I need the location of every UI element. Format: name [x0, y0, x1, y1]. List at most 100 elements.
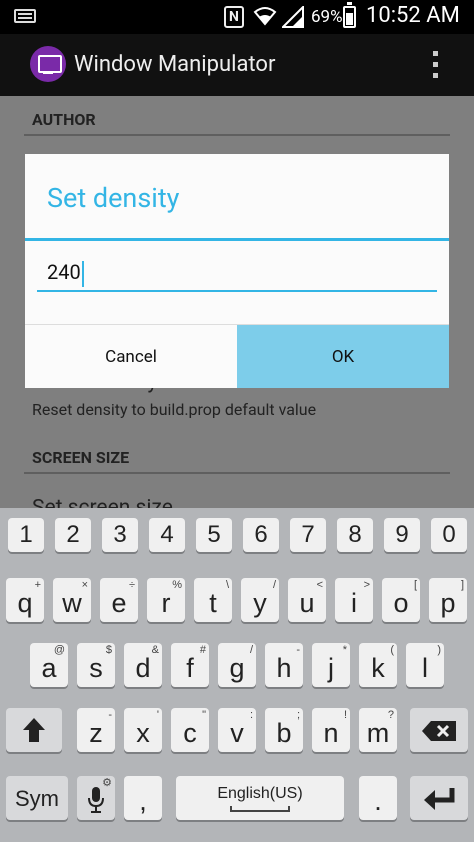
key-hint: [	[413, 579, 417, 591]
key-1[interactable]: 1	[8, 518, 44, 552]
key-hint: >	[363, 579, 370, 591]
key-label: f	[186, 653, 194, 683]
key-label: j	[328, 653, 334, 683]
key-t[interactable]: \ t	[194, 578, 232, 622]
key-label: a	[41, 653, 57, 683]
key-2[interactable]: 2	[55, 518, 91, 552]
dialog-title-divider	[25, 238, 449, 241]
key-x[interactable]: ' x	[124, 708, 162, 752]
key-label: h	[276, 653, 292, 683]
key-label: n	[323, 718, 339, 748]
key-label: r	[161, 588, 171, 618]
key-v[interactable]: :v	[218, 708, 256, 752]
key-label: q	[17, 588, 33, 618]
dialog-buttons: Cancel OK	[25, 324, 449, 388]
key-w[interactable]: × w	[53, 578, 91, 622]
key-6[interactable]: 6	[243, 518, 279, 552]
key-i[interactable]: > i	[335, 578, 373, 622]
key-hint: ÷	[128, 579, 135, 591]
key-hint: '	[156, 709, 159, 721]
key-hint: ?	[387, 709, 394, 721]
key-hint: \	[225, 579, 229, 591]
key-label: d	[135, 653, 151, 683]
overflow-menu-icon[interactable]	[433, 51, 439, 79]
key-h[interactable]: -h	[265, 643, 303, 687]
key-label: s	[89, 653, 103, 683]
key-label: o	[393, 588, 409, 618]
enter-key[interactable]	[410, 776, 468, 820]
key-hint: -	[296, 644, 300, 656]
key-r[interactable]: % r	[147, 578, 185, 622]
key-3[interactable]: 3	[102, 518, 138, 552]
key-o[interactable]: [o	[382, 578, 420, 622]
ok-button[interactable]: OK	[237, 325, 449, 388]
key-label: k	[371, 653, 385, 683]
period-key[interactable]: .	[359, 776, 397, 820]
key-label: w	[62, 588, 82, 618]
key-hint: -	[108, 709, 112, 721]
key-label: l	[422, 653, 428, 683]
shift-key[interactable]	[6, 708, 62, 752]
key-j[interactable]: * j	[312, 643, 350, 687]
key-4[interactable]: 4	[149, 518, 185, 552]
space-key[interactable]: English(US)	[176, 776, 344, 820]
key-hint: %	[172, 579, 182, 591]
space-bar-icon	[230, 806, 290, 812]
key-hint: +	[34, 579, 41, 591]
battery-icon	[343, 2, 356, 28]
key-5[interactable]: 5	[196, 518, 232, 552]
key-hint: &	[151, 644, 159, 656]
key-c[interactable]: " c	[171, 708, 209, 752]
key-b[interactable]: ; b	[265, 708, 303, 752]
key-p[interactable]: ] p	[429, 578, 467, 622]
key-m[interactable]: ? m	[359, 708, 397, 752]
cancel-button[interactable]: Cancel	[25, 325, 237, 388]
voice-input-key[interactable]: ⚙	[77, 776, 115, 820]
key-label: g	[229, 653, 245, 683]
key-hint: ]	[460, 579, 464, 591]
key-g[interactable]: / g	[218, 643, 256, 687]
key-label: i	[351, 588, 357, 618]
key-u[interactable]: < u	[288, 578, 326, 622]
key-0[interactable]: 0	[431, 518, 467, 552]
key-k[interactable]: (k	[359, 643, 397, 687]
key-a[interactable]: @ a	[30, 643, 68, 687]
gear-icon: ⚙	[102, 777, 112, 789]
key-7[interactable]: 7	[290, 518, 326, 552]
key-label: p	[440, 588, 456, 618]
key-n[interactable]: ! n	[312, 708, 350, 752]
backspace-key[interactable]	[410, 708, 468, 752]
key-y[interactable]: / y	[241, 578, 279, 622]
key-q[interactable]: + q	[6, 578, 44, 622]
key-8[interactable]: 8	[337, 518, 373, 552]
key-l[interactable]: ) l	[406, 643, 444, 687]
key-s[interactable]: $ s	[77, 643, 115, 687]
key-hint: )	[437, 644, 441, 656]
key-label: t	[209, 588, 217, 618]
key-label: z	[89, 718, 103, 748]
key-label: y	[253, 588, 267, 618]
key-9[interactable]: 9	[384, 518, 420, 552]
comma-key[interactable]: ,	[124, 776, 162, 820]
key-hint: !	[343, 709, 347, 721]
sym-key[interactable]: Sym	[6, 776, 68, 820]
key-hint: ×	[81, 579, 88, 591]
wifi-icon	[253, 7, 277, 26]
density-input[interactable]: 240	[37, 258, 437, 292]
text-cursor	[81, 260, 84, 287]
key-f[interactable]: # f	[171, 643, 209, 687]
battery-percent: 69%	[311, 7, 343, 27]
key-d[interactable]: & d	[124, 643, 162, 687]
key-z[interactable]: -z	[77, 708, 115, 752]
reset-density-subtitle: Reset density to build.prop default valu…	[32, 400, 317, 419]
key-label: b	[276, 718, 292, 748]
key-hint: *	[342, 644, 347, 656]
signal-icon	[282, 6, 304, 28]
key-hint: $	[105, 644, 112, 656]
section-header-screen-size: SCREEN SIZE	[24, 438, 450, 474]
key-e[interactable]: ÷ e	[100, 578, 138, 622]
status-bar: N 69% 10:52 AM	[0, 0, 474, 34]
key-hint: <	[316, 579, 323, 591]
key-hint: /	[272, 579, 276, 591]
app-monitor-icon[interactable]	[30, 46, 66, 82]
